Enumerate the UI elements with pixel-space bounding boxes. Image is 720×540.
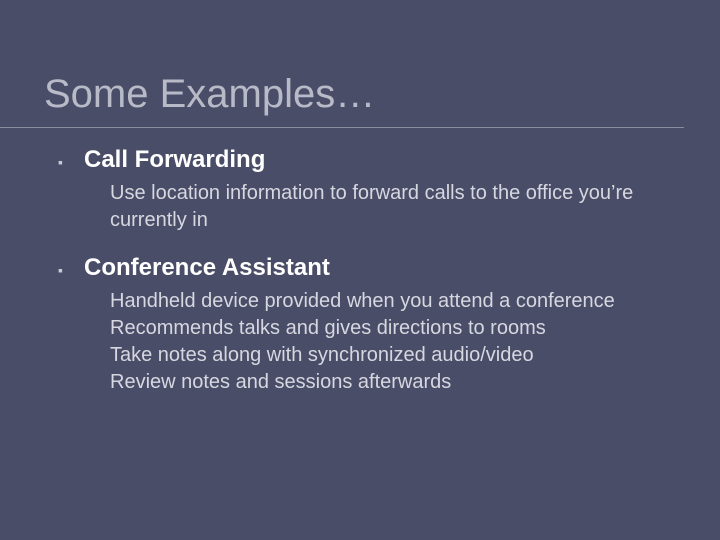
list-item: ▪ Call Forwarding Use location informati…	[58, 146, 672, 234]
slide-title: Some Examples…	[0, 0, 684, 128]
item-details: Use location information to forward call…	[58, 174, 672, 234]
item-heading: Call Forwarding	[84, 146, 265, 174]
item-details: Handheld device provided when you attend…	[58, 282, 672, 396]
detail-line: Recommends talks and gives directions to…	[110, 315, 672, 342]
heading-row: ▪ Call Forwarding	[58, 146, 672, 174]
slide: Some Examples… ▪ Call Forwarding Use loc…	[0, 0, 720, 540]
detail-line: Handheld device provided when you attend…	[110, 288, 672, 315]
detail-line: Take notes along with synchronized audio…	[110, 342, 672, 369]
list-item: ▪ Conference Assistant Handheld device p…	[58, 254, 672, 396]
bullet-icon: ▪	[58, 155, 70, 169]
detail-line: Use location information to forward call…	[110, 180, 672, 234]
bullet-icon: ▪	[58, 263, 70, 277]
slide-content: ▪ Call Forwarding Use location informati…	[0, 128, 720, 396]
item-heading: Conference Assistant	[84, 254, 330, 282]
detail-line: Review notes and sessions afterwards	[110, 369, 672, 396]
heading-row: ▪ Conference Assistant	[58, 254, 672, 282]
